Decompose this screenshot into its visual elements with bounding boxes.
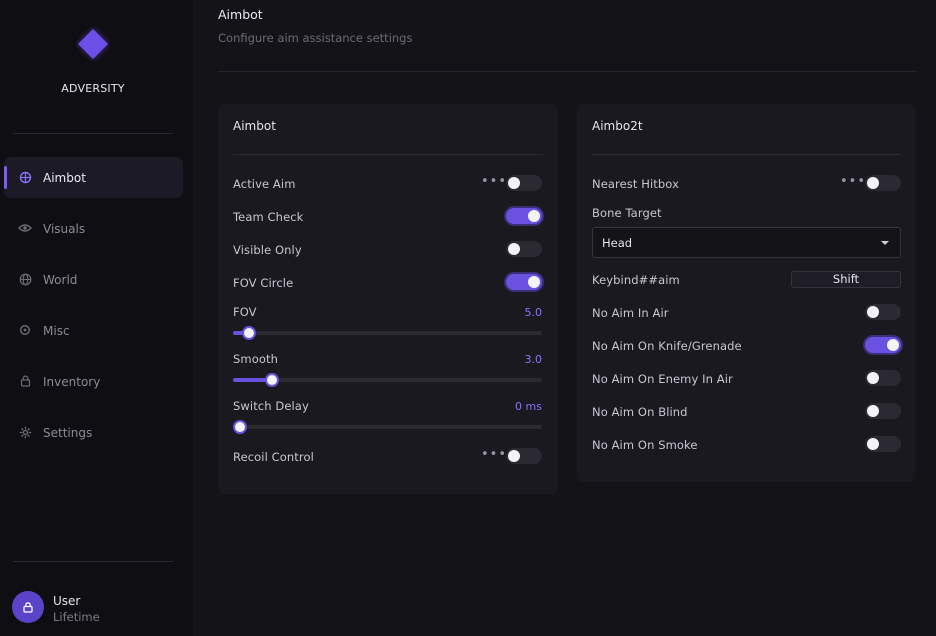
sidebar-item-label: Visuals	[43, 221, 86, 236]
user-plan: Lifetime	[53, 610, 100, 624]
globe-icon	[18, 272, 32, 286]
no-aim-knife-label: No Aim On Knife/Grenade	[592, 339, 742, 353]
more-options-icon[interactable]: •••	[840, 174, 866, 189]
visible-only-toggle[interactable]	[506, 241, 542, 257]
bone-target-select[interactable]: Head	[592, 227, 901, 258]
chevron-down-icon	[881, 241, 889, 245]
sidebar-item-aimbot[interactable]: Aimbot	[4, 157, 183, 198]
panel-aimbot: Aimbot	[218, 104, 558, 494]
no-aim-enemy-air-toggle[interactable]	[865, 370, 901, 386]
sidebar-item-world[interactable]: World	[4, 259, 183, 300]
switch-delay-value: 0 ms	[515, 400, 542, 413]
fov-circle-toggle[interactable]	[506, 274, 542, 290]
recoil-control-label: Recoil Control	[233, 450, 314, 464]
sidebar-item-label: Inventory	[43, 374, 101, 389]
page-subtitle: Configure aim assistance settings	[218, 31, 413, 45]
page-title: Aimbot	[218, 7, 263, 22]
toggle-knob	[867, 306, 879, 318]
toggle-knob	[867, 372, 879, 384]
fov-value: 5.0	[524, 306, 543, 319]
panel-divider	[592, 154, 901, 155]
active-aim-label: Active Aim	[233, 177, 296, 191]
toggle-knob	[887, 339, 899, 351]
panel-divider	[233, 154, 543, 155]
sidebar-item-visuals[interactable]: Visuals	[4, 208, 183, 249]
slider-thumb[interactable]	[241, 326, 256, 340]
toggle-knob	[867, 438, 879, 450]
slider-thumb[interactable]	[233, 420, 247, 434]
panel-title: Aimbot	[233, 119, 276, 133]
sidebar: ADVERSITY Aimbot Visuals World Misc Inve…	[0, 0, 193, 636]
smooth-value: 3.0	[524, 353, 543, 366]
visible-only-label: Visible Only	[233, 243, 302, 257]
no-aim-enemy-air-label: No Aim On Enemy In Air	[592, 372, 733, 386]
fov-circle-label: FOV Circle	[233, 276, 294, 290]
user-name: User	[53, 594, 81, 608]
no-aim-smoke-toggle[interactable]	[865, 436, 901, 452]
sidebar-item-label: Misc	[43, 323, 70, 338]
smooth-slider[interactable]	[233, 373, 542, 387]
panel-title: Aimbo2t	[592, 119, 643, 133]
switch-delay-label: Switch Delay	[233, 399, 309, 413]
active-indicator	[4, 166, 7, 189]
recoil-control-toggle[interactable]	[506, 448, 542, 464]
active-aim-toggle[interactable]	[506, 175, 542, 191]
gear-icon	[18, 425, 32, 439]
toggle-knob	[867, 177, 879, 189]
no-aim-knife-toggle[interactable]	[865, 337, 901, 353]
switch-delay-slider[interactable]	[233, 420, 542, 434]
sidebar-item-inventory[interactable]: Inventory	[4, 361, 183, 402]
no-aim-blind-label: No Aim On Blind	[592, 405, 688, 419]
sidebar-item-label: Aimbot	[43, 170, 86, 185]
toggle-knob	[508, 450, 520, 462]
team-check-label: Team Check	[233, 210, 304, 224]
fov-label: FOV	[233, 305, 257, 319]
sidebar-divider	[13, 133, 173, 134]
eye-icon	[18, 221, 32, 235]
keybind-label: Keybind##aim	[592, 273, 680, 287]
misc-icon	[18, 323, 32, 337]
sidebar-item-misc[interactable]: Misc	[4, 310, 183, 351]
bone-target-label: Bone Target	[592, 206, 662, 220]
sidebar-item-settings[interactable]: Settings	[4, 412, 183, 453]
no-aim-in-air-label: No Aim In Air	[592, 306, 669, 320]
diamond-logo-icon	[77, 28, 109, 60]
no-aim-blind-toggle[interactable]	[865, 403, 901, 419]
brand-name: ADVERSITY	[61, 82, 125, 95]
no-aim-in-air-toggle[interactable]	[865, 304, 901, 320]
toggle-knob	[867, 405, 879, 417]
nearest-hitbox-toggle[interactable]	[865, 175, 901, 191]
no-aim-smoke-label: No Aim On Smoke	[592, 438, 698, 452]
toggle-knob	[508, 243, 520, 255]
sidebar-item-label: Settings	[43, 425, 93, 440]
header-divider	[218, 71, 917, 72]
avatar[interactable]	[12, 591, 44, 623]
team-check-toggle[interactable]	[506, 208, 542, 224]
crosshair-icon	[18, 170, 32, 184]
nearest-hitbox-label: Nearest Hitbox	[592, 177, 679, 191]
lock-icon	[23, 601, 33, 613]
toggle-knob	[528, 276, 540, 288]
keybind-button[interactable]: Shift	[791, 271, 901, 288]
toggle-knob	[508, 177, 520, 189]
bone-target-value: Head	[602, 236, 633, 250]
fov-slider[interactable]	[233, 326, 542, 340]
more-options-icon[interactable]: •••	[481, 447, 507, 462]
lock-icon	[18, 374, 32, 388]
toggle-knob	[528, 210, 540, 222]
smooth-label: Smooth	[233, 352, 278, 366]
more-options-icon[interactable]: •••	[481, 174, 507, 189]
sidebar-item-label: World	[43, 272, 78, 287]
sidebar-divider	[13, 561, 173, 562]
panel-aimbo2t: Aimbo2t	[577, 104, 915, 482]
